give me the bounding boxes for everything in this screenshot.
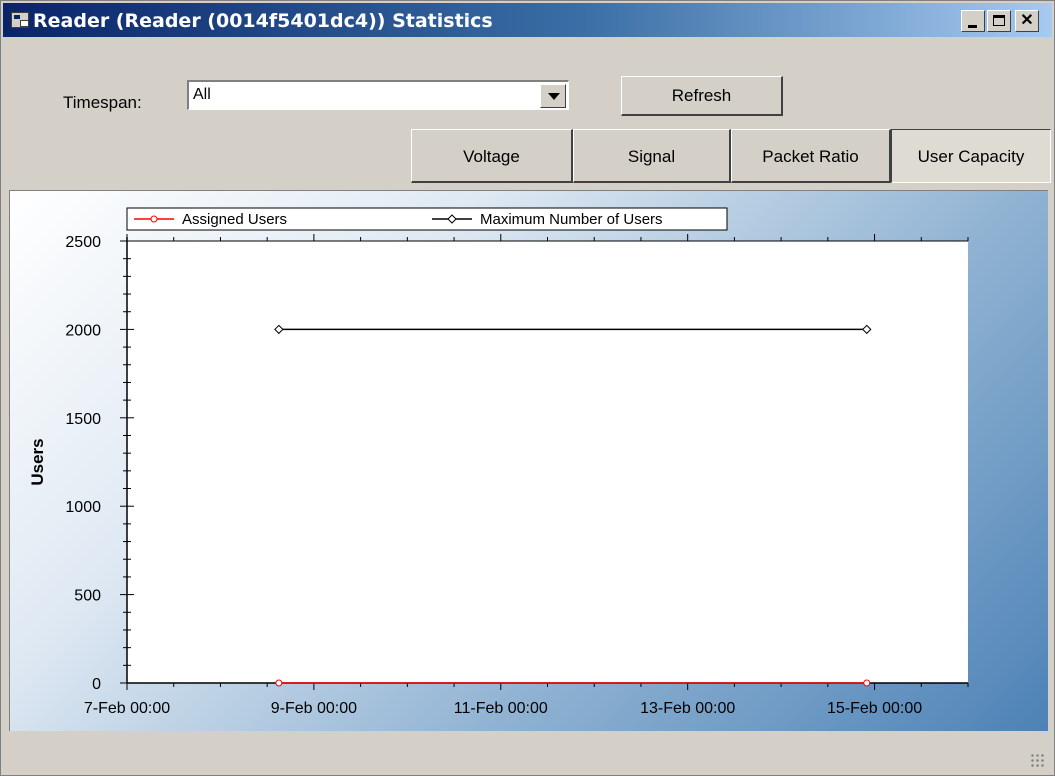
statistics-window: Reader (Reader (0014f5401dc4)) Statistic… <box>0 0 1055 776</box>
data-point <box>863 679 871 687</box>
y-tick-label: 1500 <box>65 411 101 428</box>
resize-grip-icon[interactable] <box>1030 753 1044 767</box>
minimize-icon <box>968 25 977 28</box>
maximize-icon <box>993 15 1005 26</box>
y-tick-label: 1000 <box>65 499 101 516</box>
plot-area <box>127 241 968 683</box>
x-tick-label: 7-Feb 00:00 <box>84 700 170 717</box>
tab-voltage[interactable]: Voltage <box>411 129 573 183</box>
tab-user-capacity[interactable]: User Capacity <box>891 129 1051 183</box>
close-icon: ✕ <box>1020 12 1034 29</box>
timespan-select[interactable]: All <box>187 80 569 110</box>
y-axis-label: Users <box>28 438 47 485</box>
legend-marker <box>150 215 158 223</box>
x-tick-label: 11-Feb 00:00 <box>454 700 548 717</box>
user-capacity-chart: 0 500 1000 1500 2000 2500 7-Feb 00:00 9-Feb 00:… <box>28 207 969 717</box>
chart-panel: 0 500 1000 1500 2000 2500 7-Feb 00:00 9-Feb 00:… <box>9 190 1048 731</box>
minimize-button[interactable] <box>961 10 985 32</box>
maximize-button[interactable] <box>987 10 1011 32</box>
legend-label: Maximum Number of Users <box>480 211 663 228</box>
tab-packet-ratio[interactable]: Packet Ratio <box>731 129 891 183</box>
window-title: Reader (Reader (0014f5401dc4)) Statistic… <box>33 10 493 32</box>
data-point <box>275 679 283 687</box>
x-tick-label: 15-Feb 00:00 <box>827 700 922 717</box>
y-tick-label: 500 <box>74 588 101 605</box>
y-tick-label: 2000 <box>65 322 101 339</box>
chevron-down-icon[interactable] <box>540 84 566 108</box>
legend-label: Assigned Users <box>182 211 287 228</box>
refresh-button[interactable]: Refresh <box>621 76 783 116</box>
x-tick-label: 13-Feb 00:00 <box>640 700 735 717</box>
x-tick-label: 9-Feb 00:00 <box>271 700 357 717</box>
tab-signal[interactable]: Signal <box>573 129 731 183</box>
status-bar <box>3 733 1052 773</box>
app-window-icon[interactable] <box>11 12 29 28</box>
timespan-value: All <box>193 86 211 103</box>
close-button[interactable]: ✕ <box>1015 10 1039 32</box>
timespan-label: Timespan: <box>63 93 142 112</box>
y-tick-label: 2500 <box>65 234 101 251</box>
y-tick-label: 0 <box>92 676 101 693</box>
title-bar[interactable]: Reader (Reader (0014f5401dc4)) Statistic… <box>3 3 1052 37</box>
